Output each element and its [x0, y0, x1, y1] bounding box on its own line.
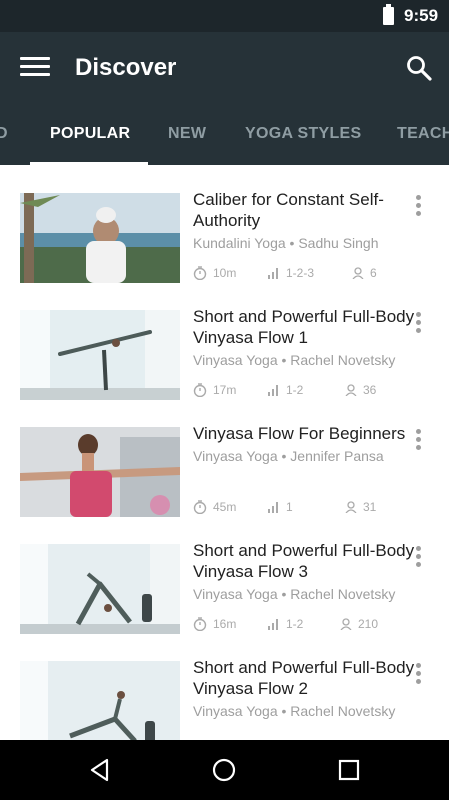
person-icon: [340, 618, 352, 630]
tab-partial-left[interactable]: D: [0, 125, 8, 143]
level-text: 1-2-3: [286, 266, 315, 280]
video-thumbnail[interactable]: [20, 427, 180, 517]
level-stat: 1-2: [268, 617, 303, 631]
hamburger-menu-icon[interactable]: [20, 57, 50, 77]
duration-text: 10m: [213, 266, 237, 280]
tab-yoga-styles[interactable]: YOGA STYLES: [245, 125, 362, 143]
video-thumbnail[interactable]: [20, 193, 180, 283]
timer-icon: [193, 266, 207, 280]
students-text: 210: [358, 617, 379, 631]
video-subtitle: Kundalini Yoga • Sadhu Singh: [193, 235, 379, 251]
students-text: 36: [363, 383, 377, 397]
level-text: 1-2: [286, 617, 304, 631]
video-title[interactable]: Short and Powerful Full-Body Vinyasa Flo…: [193, 306, 425, 348]
video-card[interactable]: Short and Powerful Full-Body Vinyasa Flo…: [0, 516, 449, 634]
video-subtitle: Vinyasa Yoga • Rachel Novetsky: [193, 586, 396, 602]
video-subtitle: Vinyasa Yoga • Rachel Novetsky: [193, 703, 396, 719]
battery-full-icon: [383, 4, 394, 25]
video-card[interactable]: Vinyasa Flow For Beginners Vinyasa Yoga …: [0, 399, 449, 517]
tab-bar: D POPULAR NEW YOGA STYLES TEACH: [0, 104, 449, 165]
timer-icon: [193, 500, 207, 514]
person-icon: [352, 267, 364, 279]
more-options-icon[interactable]: [413, 195, 423, 217]
video-title[interactable]: Caliber for Constant Self-Authority: [193, 189, 425, 231]
level-stat: 1-2: [268, 383, 303, 397]
timer-icon: [193, 617, 207, 631]
more-options-icon[interactable]: [413, 312, 423, 334]
app-bar: Discover: [0, 32, 449, 104]
system-nav-bar: [0, 740, 449, 800]
search-icon[interactable]: [405, 54, 433, 82]
person-icon: [345, 501, 357, 513]
students-stat: 36: [345, 383, 376, 397]
video-thumbnail[interactable]: [20, 661, 180, 740]
students-stat: 31: [345, 500, 376, 514]
video-title[interactable]: Short and Powerful Full-Body Vinyasa Flo…: [193, 657, 425, 699]
recents-square-icon[interactable]: [336, 757, 362, 783]
duration-stat: 45m: [193, 500, 236, 514]
level-bars-icon: [268, 502, 278, 513]
level-text: 1-2: [286, 383, 304, 397]
duration-text: 45m: [213, 500, 237, 514]
person-icon: [345, 384, 357, 396]
duration-text: 17m: [213, 383, 237, 397]
students-text: 6: [370, 266, 377, 280]
tab-popular[interactable]: POPULAR: [50, 125, 130, 143]
video-title[interactable]: Vinyasa Flow For Beginners: [193, 423, 425, 444]
level-bars-icon: [268, 268, 278, 279]
students-stat: 6: [352, 266, 377, 280]
video-subtitle: Vinyasa Yoga • Rachel Novetsky: [193, 352, 396, 368]
video-subtitle: Vinyasa Yoga • Jennifer Pansa: [193, 448, 384, 464]
more-options-icon[interactable]: [413, 546, 423, 568]
status-bar: 9:59: [0, 0, 449, 32]
tab-teachers[interactable]: TEACH: [397, 125, 449, 143]
video-card[interactable]: Caliber for Constant Self-Authority Kund…: [0, 165, 449, 283]
more-options-icon[interactable]: [413, 663, 423, 685]
timer-icon: [193, 383, 207, 397]
page-title: Discover: [75, 54, 177, 81]
duration-text: 16m: [213, 617, 237, 631]
more-options-icon[interactable]: [413, 429, 423, 451]
video-card[interactable]: Short and Powerful Full-Body Vinyasa Flo…: [0, 633, 449, 740]
level-bars-icon: [268, 385, 278, 396]
home-circle-icon[interactable]: [211, 757, 237, 783]
back-triangle-icon[interactable]: [87, 757, 113, 783]
duration-stat: 17m: [193, 383, 236, 397]
video-thumbnail[interactable]: [20, 544, 180, 634]
duration-stat: 10m: [193, 266, 236, 280]
students-text: 31: [363, 500, 377, 514]
video-list[interactable]: Caliber for Constant Self-Authority Kund…: [0, 165, 449, 740]
video-card[interactable]: Short and Powerful Full-Body Vinyasa Flo…: [0, 282, 449, 400]
students-stat: 210: [340, 617, 378, 631]
tab-new[interactable]: NEW: [168, 125, 206, 143]
duration-stat: 16m: [193, 617, 236, 631]
level-stat: 1: [268, 500, 293, 514]
level-text: 1: [286, 500, 293, 514]
level-bars-icon: [268, 619, 278, 630]
video-title[interactable]: Short and Powerful Full-Body Vinyasa Flo…: [193, 540, 425, 582]
video-thumbnail[interactable]: [20, 310, 180, 400]
level-stat: 1-2-3: [268, 266, 314, 280]
status-time: 9:59: [404, 6, 439, 25]
